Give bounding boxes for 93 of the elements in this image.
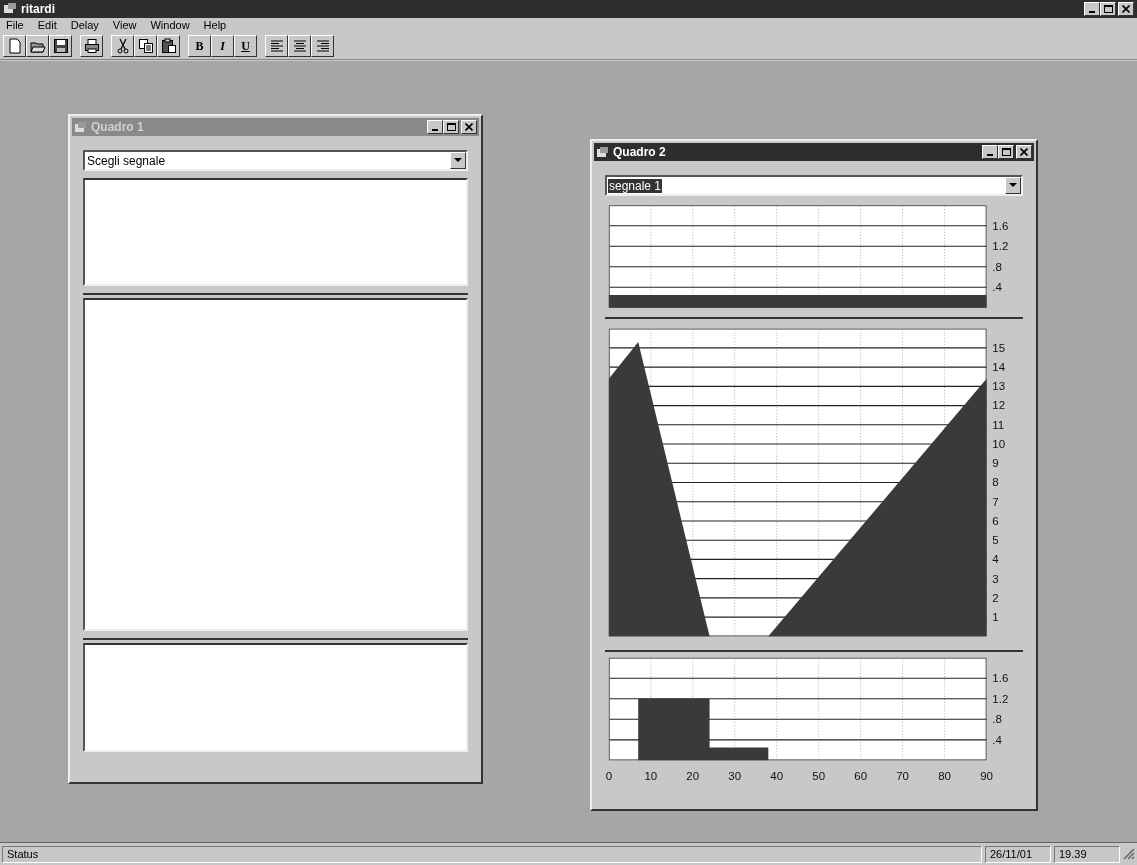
axis-label: 14 — [992, 360, 1006, 373]
axis-label: 1.6 — [992, 672, 1009, 685]
dropdown-value: segnale 1 — [608, 178, 663, 193]
align-right-button[interactable] — [311, 35, 334, 57]
window-icon — [74, 121, 88, 133]
axis-label: 15 — [992, 341, 1006, 354]
new-file-icon — [6, 38, 23, 54]
axis-label: 2 — [992, 591, 999, 604]
minimize-button[interactable] — [982, 145, 998, 159]
minimize-icon — [987, 154, 993, 156]
italic-button[interactable]: I — [211, 35, 234, 57]
dropdown-value: Scegli segnale — [86, 153, 167, 168]
minimize-icon — [1089, 11, 1095, 13]
axis-label: 70 — [896, 770, 910, 783]
status-date: 26/11/01 — [985, 845, 1051, 863]
align-right-icon — [314, 38, 331, 54]
axis-label: 6 — [992, 514, 999, 527]
axis-label: 0 — [605, 770, 613, 783]
maximize-button[interactable] — [443, 120, 459, 134]
menu-item[interactable]: View — [110, 17, 139, 34]
maximize-icon — [446, 123, 456, 131]
clipboard-button[interactable] — [157, 35, 180, 57]
menu-item[interactable]: Window — [148, 17, 192, 34]
axis-label: .4 — [992, 281, 1002, 294]
axis-label: 20 — [686, 770, 700, 783]
save-button[interactable] — [49, 35, 72, 57]
axis-label: 1.2 — [992, 692, 1009, 705]
minimize-button[interactable] — [1084, 2, 1100, 16]
align-left-icon — [268, 38, 285, 54]
app-icon — [3, 3, 17, 15]
status-time: 19.39 — [1054, 845, 1120, 863]
close-icon — [1020, 148, 1028, 156]
axis-label: 9 — [992, 457, 999, 470]
axis-label: 4 — [992, 553, 999, 566]
copy-button[interactable] — [134, 35, 157, 57]
axis-label: 90 — [980, 770, 993, 783]
axis-label: 13 — [992, 380, 1006, 393]
window-icon — [596, 146, 610, 158]
axis-label: 5 — [992, 534, 999, 547]
size-grip-icon[interactable] — [1123, 848, 1135, 860]
close-icon — [465, 123, 473, 131]
scissors-button[interactable] — [111, 35, 134, 57]
axis-label: 8 — [992, 476, 999, 489]
axis-label: 30 — [728, 770, 742, 783]
dropdown[interactable]: Scegli segnale — [83, 150, 468, 171]
axis-label: 1 — [992, 610, 999, 623]
axis-label: 10 — [992, 437, 1006, 450]
status-text: Status — [2, 845, 982, 863]
axis-label: 40 — [770, 770, 784, 783]
minimize-icon — [432, 129, 438, 131]
maximize-button[interactable] — [998, 145, 1014, 159]
axis-label: 1.2 — [992, 240, 1009, 253]
dropdown[interactable]: segnale 1 — [605, 175, 1023, 196]
window-title: ritardi — [21, 1, 55, 18]
printer-button[interactable] — [80, 35, 103, 57]
window-title: Quadro 2 — [613, 144, 666, 161]
align-left-button[interactable] — [265, 35, 288, 57]
close-icon — [1122, 5, 1130, 13]
scissors-icon — [114, 38, 131, 54]
bold-button[interactable]: B — [188, 35, 211, 57]
axis-label: 3 — [992, 572, 999, 585]
printer-icon — [83, 38, 100, 54]
align-center-icon — [291, 38, 308, 54]
menu-item[interactable]: Help — [201, 17, 229, 34]
close-button[interactable] — [1016, 145, 1032, 159]
axis-label: 10 — [644, 770, 658, 783]
underline-button[interactable]: U — [234, 35, 257, 57]
axis-label: 1.6 — [992, 219, 1009, 232]
save-icon — [52, 38, 69, 54]
maximize-button[interactable] — [1100, 2, 1116, 16]
maximize-icon — [1001, 148, 1011, 156]
copy-icon — [137, 38, 154, 54]
close-button[interactable] — [461, 120, 477, 134]
axis-label: 12 — [992, 399, 1006, 412]
axis-label: 11 — [992, 418, 1005, 431]
axis-label: 50 — [812, 770, 826, 783]
menu-item[interactable]: File — [4, 17, 26, 34]
axis-label: 80 — [938, 770, 951, 783]
align-center-button[interactable] — [288, 35, 311, 57]
axis-label: .4 — [992, 733, 1002, 746]
axis-label: .8 — [992, 713, 1002, 726]
window-title: Quadro 1 — [91, 119, 144, 136]
clipboard-icon — [160, 38, 177, 54]
maximize-icon — [1103, 5, 1113, 13]
minimize-button[interactable] — [427, 120, 443, 134]
axis-label: 60 — [854, 770, 868, 783]
folder-button[interactable] — [26, 35, 49, 57]
menu-item[interactable]: Delay — [68, 17, 101, 34]
menu-item[interactable]: Edit — [35, 17, 59, 34]
new-file-button[interactable] — [3, 35, 26, 57]
axis-label: 7 — [992, 495, 999, 508]
close-button[interactable] — [1118, 2, 1134, 16]
axis-label: .8 — [992, 260, 1002, 273]
